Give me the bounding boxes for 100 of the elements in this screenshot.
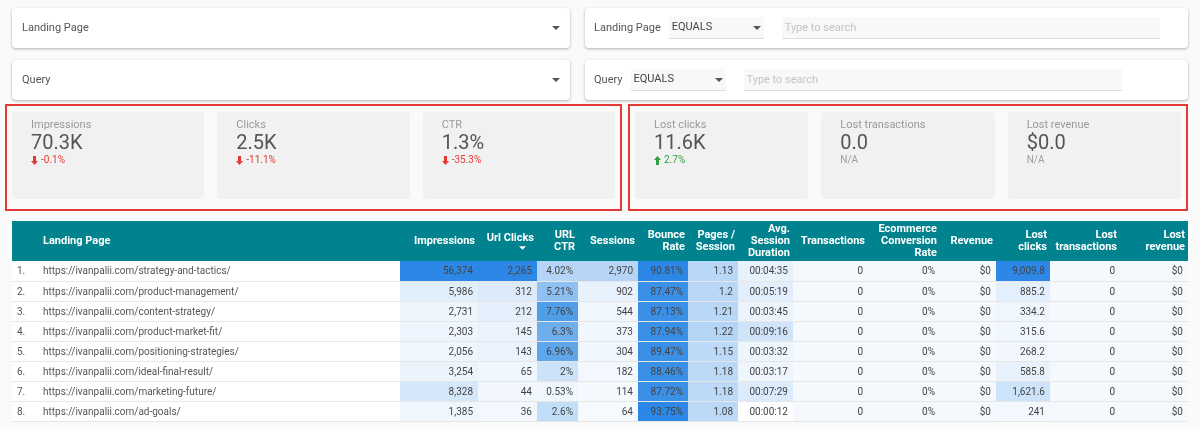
- table-cell: $0: [1120, 261, 1188, 281]
- column-header[interactable]: Lost transactions: [1050, 221, 1120, 261]
- column-header[interactable]: Impressions: [400, 221, 478, 261]
- table-cell: 268.2: [996, 341, 1050, 361]
- column-header[interactable]: Sessions: [578, 221, 638, 261]
- scorecard-value: 2.5K: [236, 131, 277, 153]
- table-cell: 0%: [868, 321, 940, 341]
- table-cell: 304: [578, 341, 638, 361]
- column-header[interactable]: Avg. Session Duration: [738, 221, 793, 261]
- table-cell: $0: [1120, 321, 1188, 341]
- table-cell: 8,328: [400, 381, 478, 401]
- column-header[interactable]: Pages / Session: [688, 221, 738, 261]
- table-cell: 0%: [868, 361, 940, 381]
- dimension-dropdown[interactable]: Landing Page: [12, 8, 570, 48]
- table-cell: 36: [478, 401, 537, 421]
- table-cell: 0: [793, 261, 868, 281]
- scorecard-title: Impressions: [31, 118, 92, 131]
- table-cell: 0: [1050, 321, 1120, 341]
- table-cell: 4.02%: [537, 261, 578, 281]
- table-cell: 3,254: [400, 361, 478, 381]
- table-cell: $0: [940, 301, 996, 321]
- table-cell: 373: [578, 321, 638, 341]
- caret-icon: [552, 78, 560, 82]
- scorecard-delta: -35.3%: [451, 154, 482, 166]
- table-cell: $0: [1120, 401, 1188, 421]
- column-header[interactable]: Revenue: [940, 221, 996, 261]
- table-cell: 2,970: [578, 261, 638, 281]
- table-cell: 0.53%: [537, 381, 578, 401]
- table-cell: 00:07:29: [738, 381, 793, 401]
- table-cell: 1.18: [688, 381, 738, 401]
- table-cell: 145: [478, 321, 537, 341]
- table-cell: 2,303: [400, 321, 478, 341]
- row-number: 1.: [12, 261, 40, 281]
- landing-page-cell: https://ivanpalii.com/product-market-fit/: [40, 321, 400, 341]
- table-cell: $0: [1120, 361, 1188, 381]
- column-header[interactable]: URL CTR: [537, 221, 578, 261]
- table-cell: $0: [1120, 301, 1188, 321]
- table-cell: 585.8: [996, 361, 1050, 381]
- table-cell: 65: [478, 361, 537, 381]
- scorecard-title: Lost transactions: [840, 118, 926, 131]
- table-cell: 00:03:32: [738, 341, 793, 361]
- row-number: 2.: [12, 281, 40, 301]
- column-header[interactable]: Lost clicks: [996, 221, 1050, 261]
- table-cell: 2,056: [400, 341, 478, 361]
- table-cell: 0%: [868, 381, 940, 401]
- table-cell: 0%: [868, 341, 940, 361]
- table-cell: 6.96%: [537, 341, 578, 361]
- table-cell: 00:04:35: [738, 261, 793, 281]
- row-number: 5.: [12, 341, 40, 361]
- table-cell: 1.21: [688, 301, 738, 321]
- table-cell: 143: [478, 341, 537, 361]
- table-cell: 00:09:16: [738, 321, 793, 341]
- operator-dropdown[interactable]: EQUALS: [630, 69, 726, 91]
- column-header[interactable]: Lost revenue: [1120, 221, 1188, 261]
- table-cell: 64: [578, 401, 638, 421]
- table-cell: 0: [793, 301, 868, 321]
- column-header[interactable]: Transactions: [793, 221, 868, 261]
- scorecard-delta: N/A: [840, 154, 859, 166]
- table-cell: 88.46%: [638, 361, 688, 381]
- table-cell: $0: [940, 281, 996, 301]
- table-cell: 0: [793, 381, 868, 401]
- table-cell: 1.2: [688, 281, 738, 301]
- table-cell: 0: [1050, 261, 1120, 281]
- landing-page-cell: https://ivanpalii.com/strategy-and-tactics/: [40, 261, 400, 281]
- table-cell: 1.22: [688, 321, 738, 341]
- table-cell: 1,385: [400, 401, 478, 421]
- table-cell: $0: [1120, 281, 1188, 301]
- table-cell: 114: [578, 381, 638, 401]
- scorecard-title: Clicks: [236, 118, 266, 131]
- table-cell: 7.76%: [537, 301, 578, 321]
- scorecard-title: CTR: [441, 118, 462, 131]
- table-cell: 00:00:12: [738, 401, 793, 421]
- landing-page-cell: https://ivanpalii.com/marketing-future/: [40, 381, 400, 401]
- table-cell: $0: [940, 401, 996, 421]
- dimension-dropdown[interactable]: Query: [12, 60, 570, 100]
- caret-icon: [714, 77, 723, 82]
- table-cell: 0: [793, 401, 868, 421]
- table-cell: 0: [793, 341, 868, 361]
- table-cell: 00:05:19: [738, 281, 793, 301]
- table-cell: $0: [940, 381, 996, 401]
- table-cell: 90.81%: [638, 261, 688, 281]
- table-cell: 0%: [868, 261, 940, 281]
- table-cell: 00:03:45: [738, 301, 793, 321]
- column-header[interactable]: Url Clicks: [478, 221, 537, 261]
- table-cell: 212: [478, 301, 537, 321]
- table-cell: 0: [793, 361, 868, 381]
- filter-label: Query: [594, 71, 623, 88]
- table-cell: 0%: [868, 301, 940, 321]
- table-cell: 9,009.8: [996, 261, 1050, 281]
- operator-dropdown[interactable]: EQUALS: [668, 17, 764, 39]
- scorecard-value: $0.0: [1026, 131, 1066, 153]
- column-header[interactable]: Ecommerce Conversion Rate: [868, 221, 940, 261]
- table-cell: $0: [940, 361, 996, 381]
- scorecard-delta: 2.7%: [664, 154, 686, 166]
- row-number: 3.: [12, 301, 40, 321]
- table-cell: 0%: [868, 281, 940, 301]
- column-header[interactable]: Landing Page: [40, 221, 400, 261]
- table-cell: 0: [793, 321, 868, 341]
- landing-page-cell: https://ivanpalii.com/positioning-strategies/: [40, 341, 400, 361]
- column-header[interactable]: Bounce Rate: [638, 221, 688, 261]
